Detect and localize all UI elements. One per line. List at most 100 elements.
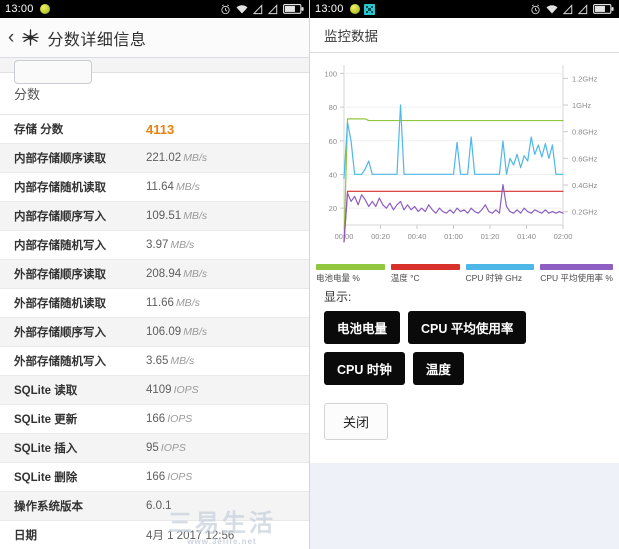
back-icon[interactable]: ‹ xyxy=(8,28,14,47)
legend-label: 温度 °C xyxy=(390,273,420,283)
row-unit: IOPS xyxy=(167,471,193,483)
svg-text:01:20: 01:20 xyxy=(481,232,500,241)
status-clock: 13:00 xyxy=(5,3,34,15)
battery-icon xyxy=(593,4,614,14)
battery-icon xyxy=(283,4,304,14)
legend-swatch xyxy=(390,264,460,270)
series-toggle-button[interactable]: CPU 时钟 xyxy=(324,352,405,385)
table-row: 操作系统版本 6.0.1 xyxy=(0,492,309,521)
row-label: 内部存储随机写入 xyxy=(14,240,106,252)
series-toggle-button[interactable]: 温度 xyxy=(412,352,464,385)
legend-swatch xyxy=(465,264,535,270)
row-label: SQLite 删除 xyxy=(14,472,78,484)
svg-text:01:00: 01:00 xyxy=(444,232,463,241)
table-row: 外部存储顺序读取 208.94 MB/s xyxy=(0,260,309,289)
wifi-icon xyxy=(546,4,558,14)
sim2-signal-icon xyxy=(578,3,588,14)
series-toggle-button[interactable]: 电池电量 xyxy=(324,311,401,344)
monitor-chart: 20 40 60 80 100 0.2GHz 0.4GHz 0.6GHz 0.8GHz 1GHz 1… xyxy=(310,53,619,283)
row-label: 外部存储随机写入 xyxy=(14,356,106,368)
svg-text:20: 20 xyxy=(329,204,337,213)
table-row: 外部存储随机写入 3.65 MB/s xyxy=(0,347,309,376)
row-value: 221.02 MB/s xyxy=(146,152,208,164)
row-value: 3.97 MB/s xyxy=(146,239,195,251)
dual-screenshot: 13:00 ‹ 分数详细信息 分数 存储 分数 4113 内部存储顺序读取 22… xyxy=(0,0,619,549)
tab-chip-partial[interactable] xyxy=(14,60,92,84)
row-unit: MB/s xyxy=(175,181,200,193)
dialog-title: 监控数据 xyxy=(324,29,378,44)
sim1-signal-icon xyxy=(563,3,573,14)
svg-text:1GHz: 1GHz xyxy=(572,101,591,110)
table-row: 内部存储随机读取 11.64 MB/s xyxy=(0,173,309,202)
dialog-title-bar: 监控数据 xyxy=(310,18,619,53)
row-label: 存储 分数 xyxy=(14,124,64,136)
row-unit: IOPS xyxy=(173,384,199,396)
legend-label: CPU 平均使用率 % xyxy=(540,273,613,283)
row-label: SQLite 插入 xyxy=(14,443,78,455)
row-unit: IOPS xyxy=(167,413,193,425)
row-label: 内部存储顺序写入 xyxy=(14,211,106,223)
status-system-icons xyxy=(530,3,614,15)
row-unit: MB/s xyxy=(183,268,208,280)
svg-text:0.6GHz: 0.6GHz xyxy=(572,154,598,163)
row-label: 外部存储随机读取 xyxy=(14,298,106,310)
table-row: 存储 分数 4113 xyxy=(0,115,309,144)
legend-item: 电池电量 % xyxy=(316,264,385,284)
svg-text:100: 100 xyxy=(324,69,337,78)
svg-text:0.2GHz: 0.2GHz xyxy=(572,208,598,217)
green-dot-icon xyxy=(349,4,360,14)
close-button[interactable]: 关闭 xyxy=(324,403,389,440)
monitor-chart-svg: 20 40 60 80 100 0.2GHz 0.4GHz 0.6GHz 0.8GHz 1GHz 1… xyxy=(324,65,598,243)
row-label: 外部存储顺序写入 xyxy=(14,327,106,339)
svg-text:00:20: 00:20 xyxy=(371,232,390,241)
alarm-icon xyxy=(531,4,540,14)
table-row: SQLite 插入 95 IOPS xyxy=(0,434,309,463)
row-label: SQLite 更新 xyxy=(14,414,78,426)
row-value: 4月 1 2017 12:56 xyxy=(146,530,235,542)
row-value: 109.51 MB/s xyxy=(146,210,208,222)
teal-app-icon xyxy=(363,3,375,15)
svg-text:0.4GHz: 0.4GHz xyxy=(572,181,598,190)
tab-strip xyxy=(0,58,309,84)
row-unit: MB/s xyxy=(183,152,208,164)
row-label: 内部存储顺序读取 xyxy=(14,153,106,165)
left-pane-storage-score: 13:00 ‹ 分数详细信息 分数 存储 分数 4113 内部存储顺序读取 22… xyxy=(0,0,310,549)
row-value: 4113 xyxy=(146,121,175,137)
table-row: SQLite 更新 166 IOPS xyxy=(0,405,309,434)
row-value: 106.09 MB/s xyxy=(146,326,208,338)
sim1-signal-icon xyxy=(253,3,263,14)
legend-swatch xyxy=(316,264,385,270)
series-toggle-button[interactable]: CPU 平均使用率 xyxy=(408,311,527,344)
row-value: 6.0.1 xyxy=(146,500,172,512)
table-row: 外部存储顺序写入 106.09 MB/s xyxy=(0,318,309,347)
table-row: 日期 4月 1 2017 12:56 xyxy=(0,521,309,549)
svg-text:60: 60 xyxy=(329,137,337,146)
status-notification-icons xyxy=(39,4,50,14)
row-label: 日期 xyxy=(14,530,37,542)
legend-item: CPU 平均使用率 % xyxy=(540,264,613,284)
status-notification-icons xyxy=(349,3,375,15)
svg-text:40: 40 xyxy=(329,170,337,179)
row-value: 166 IOPS xyxy=(146,471,193,483)
row-unit: MB/s xyxy=(170,239,195,251)
dialog-backdrop-bottom xyxy=(310,463,619,549)
legend-label: CPU 时钟 GHz xyxy=(465,273,523,283)
row-value: 166 IOPS xyxy=(146,413,193,425)
row-unit: MB/s xyxy=(170,355,195,367)
table-row: 外部存储随机读取 11.66 MB/s xyxy=(0,289,309,318)
snowflake-icon xyxy=(22,29,40,46)
svg-text:80: 80 xyxy=(329,103,337,112)
row-label: 操作系统版本 xyxy=(14,501,83,513)
row-label: 内部存储随机读取 xyxy=(14,182,106,194)
row-value: 208.94 MB/s xyxy=(146,268,208,280)
legend-item: CPU 时钟 GHz xyxy=(465,264,535,284)
svg-text:00:40: 00:40 xyxy=(408,232,427,241)
table-row: SQLite 删除 166 IOPS xyxy=(0,463,309,492)
row-label: 外部存储顺序读取 xyxy=(14,269,106,281)
legend-item: 温度 °C xyxy=(390,264,460,284)
app-header: ‹ 分数详细信息 xyxy=(0,18,309,58)
svg-text:01:40: 01:40 xyxy=(517,232,536,241)
row-value: 4109 IOPS xyxy=(146,384,199,396)
section-header-label: 分数 xyxy=(14,87,41,102)
score-detail-list: 存储 分数 4113 内部存储顺序读取 221.02 MB/s 内部存储随机读取 11.64… xyxy=(0,115,309,549)
